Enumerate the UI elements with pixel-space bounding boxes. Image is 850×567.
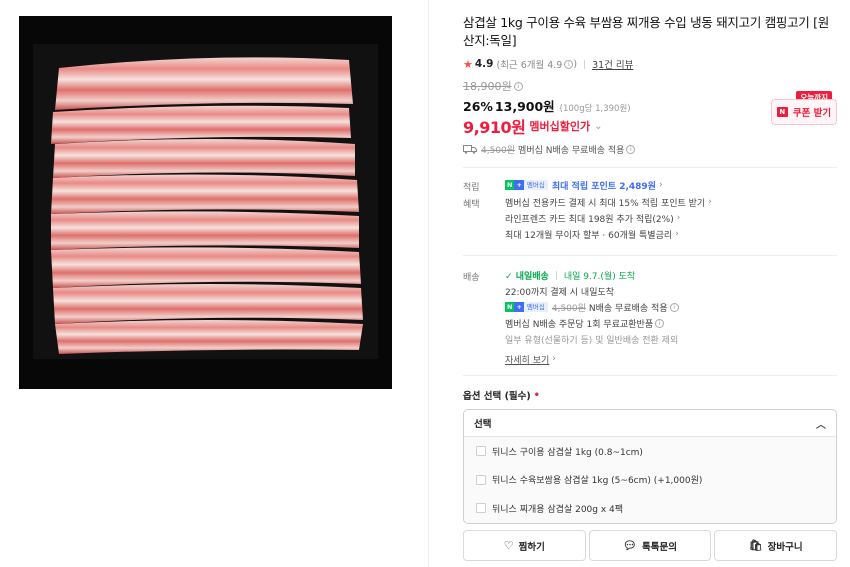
- sale-rate: 26%: [463, 99, 493, 114]
- more-link[interactable]: 자세히 보기: [505, 353, 549, 366]
- points-section: 적립 N + 멤버십 최대 적립 포인트 2,489원 ›: [463, 177, 837, 193]
- required-mark: •: [533, 389, 540, 401]
- benefit-text: 멤버십 전용카드 결제 시 최대 15% 적립 포인트 받기: [505, 198, 706, 209]
- delivery-fee-original: 4,500원: [551, 303, 586, 314]
- delivery-label: 배송: [463, 273, 480, 283]
- chevron-right-icon: ›: [708, 197, 712, 207]
- separator: [555, 270, 557, 280]
- npay-badge: N + 멤버십: [505, 180, 548, 190]
- option-item-label: 뒤니스 수육보쌈용 삼겹살 1kg (5~6cm) (+1,000원): [492, 476, 703, 487]
- chevron-up-icon[interactable]: ︿: [816, 416, 826, 431]
- member-price-label: 멤버십할인가: [529, 120, 591, 133]
- product-image[interactable]: [19, 16, 392, 389]
- option-item[interactable]: 뒤니스 구이용 삼겹살 1kg (0.8~1cm): [464, 437, 836, 466]
- chat-label: 톡톡문의: [642, 541, 677, 553]
- benefit-line[interactable]: 라인프렌즈 카드 최대 198원 추가 적립(2%) ›: [505, 210, 712, 226]
- option-dropdown[interactable]: 선택 ︿ 뒤니스 구이용 삼겹살 1kg (0.8~1cm) 뒤니스 수육보쌈용…: [463, 409, 837, 524]
- delivery-type-row: ✓ 내일배송 내일 9.7.(월) 도착: [505, 267, 679, 283]
- checkbox-icon[interactable]: [476, 446, 486, 457]
- option-item[interactable]: 뒤니스 찌개용 삼겹살 200g x 4팩: [464, 494, 836, 523]
- wish-button[interactable]: ♡ 찜하기: [463, 530, 586, 561]
- original-price: 18,900원: [463, 80, 512, 93]
- info-icon[interactable]: i: [564, 59, 574, 69]
- chevron-right-icon: ›: [552, 354, 556, 364]
- shipping-original-fee: 4,500원: [481, 145, 516, 156]
- star-icon: ★: [463, 57, 473, 71]
- wish-label: 찜하기: [518, 541, 545, 553]
- truck-icon: [463, 144, 477, 154]
- chevron-right-icon: ›: [676, 213, 681, 223]
- chevron-down-icon[interactable]: ⌄: [594, 121, 602, 132]
- benefit-section: 혜택 멤버십 전용카드 결제 시 최대 15% 적립 포인트 받기 › 라인프렌…: [463, 194, 837, 242]
- action-buttons: ♡ 찜하기 💬︎ 톡톡문의 🛍︎ 장바구니: [463, 530, 838, 561]
- checkbox-icon[interactable]: [476, 474, 486, 485]
- unit-price: (100g당 1,390원): [559, 104, 631, 114]
- chat-icon: 💬︎: [623, 539, 637, 552]
- delivery-section: 배송 ✓ 내일배송 내일 9.7.(월) 도착 22:00까지 결제 시 내일도…: [463, 267, 837, 367]
- coupon-label: 쿠폰 받기: [792, 108, 832, 119]
- checkbox-icon[interactable]: [476, 503, 486, 514]
- option-select-header[interactable]: 선택 ︿: [464, 410, 836, 437]
- delivery-fee-text: N배송 무료배송 적용: [588, 303, 668, 314]
- points-text: 최대 적립 포인트 2,489원: [551, 181, 656, 192]
- sale-price: 13,900원: [494, 99, 555, 114]
- divider: [463, 255, 837, 256]
- cart-button[interactable]: 🛍︎ 장바구니: [714, 530, 838, 561]
- info-icon[interactable]: i: [655, 318, 665, 328]
- divider: [463, 167, 837, 168]
- option-section: 옵션 선택 (필수) • 선택 ︿ 뒤니스 구이용 삼겹살 1kg (0.8~1…: [463, 388, 837, 524]
- option-selected-value: 선택: [474, 419, 492, 430]
- info-icon[interactable]: i: [513, 81, 523, 91]
- cart-label: 장바구니: [767, 541, 803, 553]
- member-price: 9,910원: [463, 118, 526, 137]
- delivery-more-row[interactable]: 자세히 보기 ›: [505, 351, 679, 367]
- option-item-label: 뒤니스 찌개용 삼겹살 200g x 4팩: [492, 504, 624, 515]
- separator: [584, 59, 586, 69]
- benefit-text: 라인프렌즈 카드 최대 198원 추가 적립(2%): [505, 214, 674, 225]
- rating-score: 4.9: [474, 58, 494, 70]
- return-text: 멤버십 N배송 주문당 1회 무료교환반품: [505, 319, 654, 330]
- delivery-exclusion: 일부 유형(선물하기 등) 및 일반배송 전환 제외: [505, 335, 679, 346]
- option-item-label: 뒤니스 구이용 삼겹살 1kg (0.8~1cm): [492, 447, 643, 458]
- review-link[interactable]: 31건 리뷰: [592, 57, 633, 71]
- chat-button[interactable]: 💬︎ 톡톡문의: [588, 530, 712, 561]
- chevron-right-icon: ›: [675, 229, 679, 239]
- delivery-type: ✓ 내일배송: [505, 271, 549, 282]
- chevron-right-icon: ›: [658, 180, 663, 190]
- shipping-text: 멤버십 N배송 무료배송 적용: [518, 145, 625, 156]
- heart-icon: ♡: [503, 539, 514, 552]
- rating-row: ★ 4.9 (최근 6개월 4.9 i) 31건 리뷰: [463, 57, 634, 72]
- return-row: 멤버십 N배송 주문당 1회 무료교환반품 i: [505, 315, 679, 331]
- benefit-line[interactable]: 멤버십 전용카드 결제 시 최대 15% 적립 포인트 받기 ›: [505, 194, 712, 210]
- pork-belly-slices: [51, 57, 363, 354]
- coupon-button[interactable]: N 쿠폰 받기: [771, 99, 837, 125]
- delivery-cutoff: 22:00까지 결제 시 내일도착: [505, 287, 615, 298]
- info-icon[interactable]: i: [669, 302, 679, 312]
- info-icon[interactable]: i: [626, 144, 636, 154]
- divider: [463, 375, 837, 376]
- option-item[interactable]: 뒤니스 수육보쌈용 삼겹살 1kg (5~6cm) (+1,000원): [464, 465, 836, 494]
- column-divider: [428, 0, 429, 567]
- points-label: 적립: [463, 183, 480, 193]
- rating-recent: (최근 6개월 4.9: [496, 60, 563, 71]
- original-price-row: 18,900원 i: [463, 79, 837, 93]
- option-title: 옵션 선택 (필수) •: [463, 389, 540, 403]
- benefit-text: 최대 12개월 무이자 할부 · 60개월 특별금리: [505, 230, 673, 241]
- benefit-line[interactable]: 최대 12개월 무이자 할부 · 60개월 특별금리 ›: [505, 226, 712, 242]
- benefit-label: 혜택: [463, 200, 480, 210]
- shipping-row: 4,500원 멤버십 N배송 무료배송 적용 i: [463, 142, 837, 156]
- coupon-icon: N: [776, 107, 788, 117]
- points-row[interactable]: N + 멤버십 최대 적립 포인트 2,489원 ›: [505, 177, 663, 193]
- delivery-arrival: 내일 9.7.(월) 도착: [563, 271, 636, 282]
- product-title: 삼겹살 1kg 구이용 수육 부쌈용 찌개용 수입 냉동 돼지고기 캠핑고기 […: [463, 15, 829, 48]
- bag-icon: 🛍︎: [748, 539, 763, 552]
- delivery-fee-row: N + 멤버십 4,500원 N배송 무료배송 적용 i: [505, 299, 679, 315]
- product-info-panel: 삼겹살 1kg 구이용 수육 부쌈용 찌개용 수입 냉동 돼지고기 캠핑고기 […: [463, 14, 837, 524]
- npay-badge: N + 멤버십: [505, 302, 548, 312]
